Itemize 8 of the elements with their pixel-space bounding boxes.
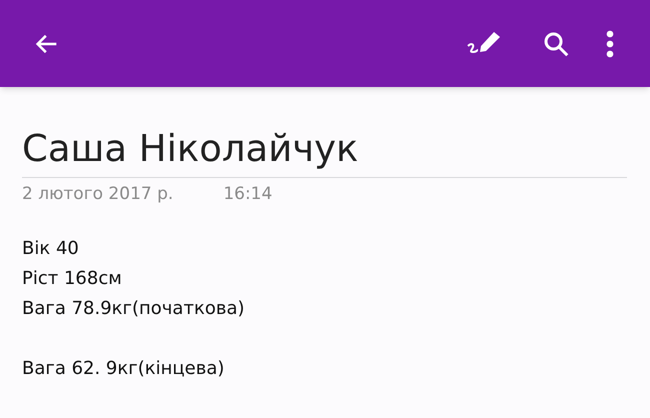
note-date: 2 лютого 2017 р. [22,183,174,206]
note-line: Вік 40 [22,237,79,261]
note-title: Саша Ніколайчук [22,126,358,172]
note-line: Вага 62. 9кг(кінцева) [22,357,224,381]
note-line: Ріст 168см [22,267,122,291]
note-line: Вага 78.9кг(початкова) [22,297,244,321]
more-vertical-icon [606,30,614,58]
note-time: 16:14 [223,183,272,206]
